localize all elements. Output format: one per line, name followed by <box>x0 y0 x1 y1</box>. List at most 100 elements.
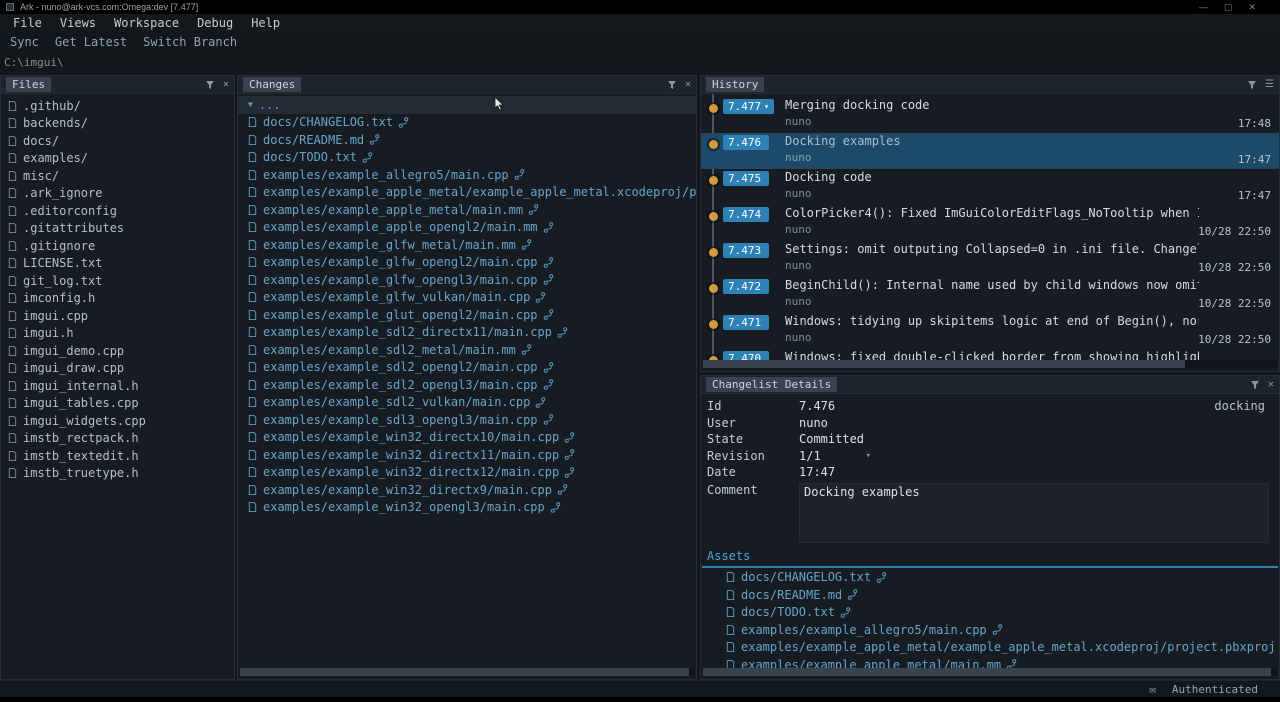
file-tree-item[interactable]: git_log.txt <box>1 272 234 290</box>
changed-file-row[interactable]: examples/example_glfw_metal/main.mm <box>238 236 696 254</box>
file-tree-item[interactable]: misc/ <box>1 167 234 185</box>
changed-file-row[interactable]: examples/example_sdl3_opengl3/main.cpp <box>238 411 696 429</box>
file-tree-item[interactable]: LICENSE.txt <box>1 255 234 273</box>
filter-icon[interactable] <box>1247 80 1257 90</box>
badge-dropdown-icon[interactable]: ▾ <box>764 102 769 111</box>
history-row[interactable]: 7.476 Docking examples nuno 17:47 <box>701 133 1279 169</box>
asset-row[interactable]: docs/CHANGELOG.txt <box>701 569 1279 587</box>
changed-file-row[interactable]: examples/example_glfw_opengl2/main.cpp <box>238 254 696 272</box>
changed-file-row[interactable]: examples/example_allegro5/main.cpp <box>238 166 696 184</box>
changeset-badge[interactable]: 7.471 <box>723 315 769 330</box>
menu-item[interactable]: Help <box>242 16 289 30</box>
changed-file-row[interactable]: examples/example_glfw_vulkan/main.cpp <box>238 289 696 307</box>
toolbar-button[interactable]: Get Latest <box>47 35 135 49</box>
scrollbar-thumb[interactable] <box>240 668 689 676</box>
asset-row[interactable]: docs/TODO.txt <box>701 604 1279 622</box>
scrollbar-thumb[interactable] <box>703 668 1271 676</box>
changed-file-row[interactable]: examples/example_sdl2_opengl2/main.cpp <box>238 359 696 377</box>
changed-file-row[interactable]: examples/example_sdl2_directx11/main.cpp <box>238 324 696 342</box>
file-tree-item[interactable]: imgui_internal.h <box>1 377 234 395</box>
file-tree-item[interactable]: imgui_tables.cpp <box>1 395 234 413</box>
changed-file-row[interactable]: examples/example_apple_metal/example_app… <box>238 184 696 202</box>
file-tree-item[interactable]: imgui_widgets.cpp <box>1 412 234 430</box>
changed-file-row[interactable]: examples/example_apple_opengl2/main.mm <box>238 219 696 237</box>
changed-file-row[interactable]: examples/example_glfw_opengl3/main.cpp <box>238 271 696 289</box>
file-tree-item[interactable]: backends/ <box>1 115 234 133</box>
changed-file-row[interactable]: examples/example_apple_metal/main.mm <box>238 201 696 219</box>
filter-icon[interactable] <box>667 80 677 90</box>
file-tree-item[interactable]: imconfig.h <box>1 290 234 308</box>
minimize-icon[interactable]: — <box>1199 2 1208 13</box>
menu-item[interactable]: Workspace <box>105 16 188 30</box>
commit-time: 17:47 <box>1238 153 1271 166</box>
asset-row[interactable]: examples/example_allegro5/main.cpp <box>701 621 1279 639</box>
menu-item[interactable]: Views <box>51 16 105 30</box>
menu-item[interactable]: File <box>4 16 51 30</box>
history-row[interactable]: 7.472 BeginChild(): Internal name used b… <box>701 277 1279 313</box>
changeset-badge[interactable]: 7.474 <box>723 207 769 222</box>
filter-icon[interactable] <box>1250 380 1260 390</box>
close-icon[interactable]: ✕ <box>685 80 691 90</box>
menu-item[interactable]: Debug <box>188 16 242 30</box>
file-tree-item[interactable]: examples/ <box>1 150 234 168</box>
changes-panel-title[interactable]: Changes <box>243 77 301 92</box>
revision-selector[interactable]: 1/1 ▾ <box>799 449 871 463</box>
comment-textbox[interactable]: Docking examples <box>799 483 1269 543</box>
file-tree-item[interactable]: .github/ <box>1 97 234 115</box>
menu-icon[interactable]: ☰ <box>1265 80 1274 90</box>
changeset-badge[interactable]: 7.475 <box>723 171 769 186</box>
file-tree-item[interactable]: .gitattributes <box>1 220 234 238</box>
changed-file-row[interactable]: examples/example_sdl2_vulkan/main.cpp <box>238 394 696 412</box>
assets-title[interactable]: Assets <box>707 549 750 563</box>
file-tree-item[interactable]: imgui.h <box>1 325 234 343</box>
changes-root-row[interactable]: ▼ ... <box>238 96 696 114</box>
history-row[interactable]: 7.471 Windows: tidying up skipitems logi… <box>701 313 1279 349</box>
changed-file-row[interactable]: examples/example_win32_directx11/main.cp… <box>238 446 696 464</box>
details-panel-title[interactable]: Changelist Details <box>706 377 837 392</box>
history-row[interactable]: 7.477 ▾ Merging docking code nuno 17:48 <box>701 97 1279 133</box>
changed-file-row[interactable]: examples/example_win32_directx12/main.cp… <box>238 464 696 482</box>
toolbar-button[interactable]: Switch Branch <box>135 35 245 49</box>
file-tree-item[interactable]: imgui_draw.cpp <box>1 360 234 378</box>
close-icon[interactable]: ✕ <box>223 80 229 90</box>
changed-file-row[interactable]: examples/example_sdl2_opengl3/main.cpp <box>238 376 696 394</box>
file-tree-item[interactable]: imstb_textedit.h <box>1 447 234 465</box>
mail-icon[interactable]: ✉ <box>1149 683 1156 696</box>
changed-file-row[interactable]: examples/example_win32_directx9/main.cpp <box>238 481 696 499</box>
close-icon[interactable]: ✕ <box>1268 380 1274 390</box>
changeset-badge[interactable]: 7.472 <box>723 279 769 294</box>
scrollbar-thumb[interactable] <box>703 360 1185 368</box>
history-row[interactable]: 7.474 ColorPicker4(): Fixed ImGuiColorEd… <box>701 205 1279 241</box>
changed-file-row[interactable]: docs/README.md <box>238 131 696 149</box>
file-tree-item[interactable]: .gitignore <box>1 237 234 255</box>
changed-file-row[interactable]: examples/example_win32_opengl3/main.cpp <box>238 499 696 517</box>
changed-file-row[interactable]: docs/CHANGELOG.txt <box>238 114 696 132</box>
close-icon[interactable]: ✕ <box>1248 2 1256 13</box>
maximize-icon[interactable]: ▢ <box>1224 2 1233 13</box>
expand-icon[interactable]: ▼ <box>248 100 253 109</box>
file-tree-item[interactable]: docs/ <box>1 132 234 150</box>
file-tree-item[interactable]: imstb_truetype.h <box>1 465 234 483</box>
history-row[interactable]: 7.475 Docking code nuno 17:47 <box>701 169 1279 205</box>
branch-icon <box>550 502 561 513</box>
changed-file-row[interactable]: examples/example_glut_opengl2/main.cpp <box>238 306 696 324</box>
changeset-badge[interactable]: 7.473 <box>723 243 769 258</box>
file-tree-item[interactable]: imgui.cpp <box>1 307 234 325</box>
changeset-badge[interactable]: 7.477 ▾ <box>723 99 774 114</box>
file-tree-item[interactable]: imgui_demo.cpp <box>1 342 234 360</box>
changeset-badge[interactable]: 7.476 <box>723 135 769 150</box>
asset-row[interactable]: docs/README.md <box>701 586 1279 604</box>
history-panel-title[interactable]: History <box>706 77 764 92</box>
history-row[interactable]: 7.473 Settings: omit outputing Collapsed… <box>701 241 1279 277</box>
changed-file-row[interactable]: docs/TODO.txt <box>238 149 696 167</box>
file-tree-item[interactable]: imstb_rectpack.h <box>1 430 234 448</box>
changed-file-row[interactable]: examples/example_sdl2_metal/main.mm <box>238 341 696 359</box>
file-tree-item[interactable]: .editorconfig <box>1 202 234 220</box>
filter-icon[interactable] <box>205 80 215 90</box>
changed-file-row[interactable]: examples/example_win32_directx10/main.cp… <box>238 429 696 447</box>
toolbar-button[interactable]: Sync <box>2 35 47 49</box>
asset-row[interactable]: examples/example_apple_metal/example_app… <box>701 639 1279 657</box>
file-tree-item[interactable]: .ark_ignore <box>1 185 234 203</box>
files-panel-title[interactable]: Files <box>6 77 51 92</box>
file-path: examples/example_allegro5/main.cpp <box>741 623 987 637</box>
